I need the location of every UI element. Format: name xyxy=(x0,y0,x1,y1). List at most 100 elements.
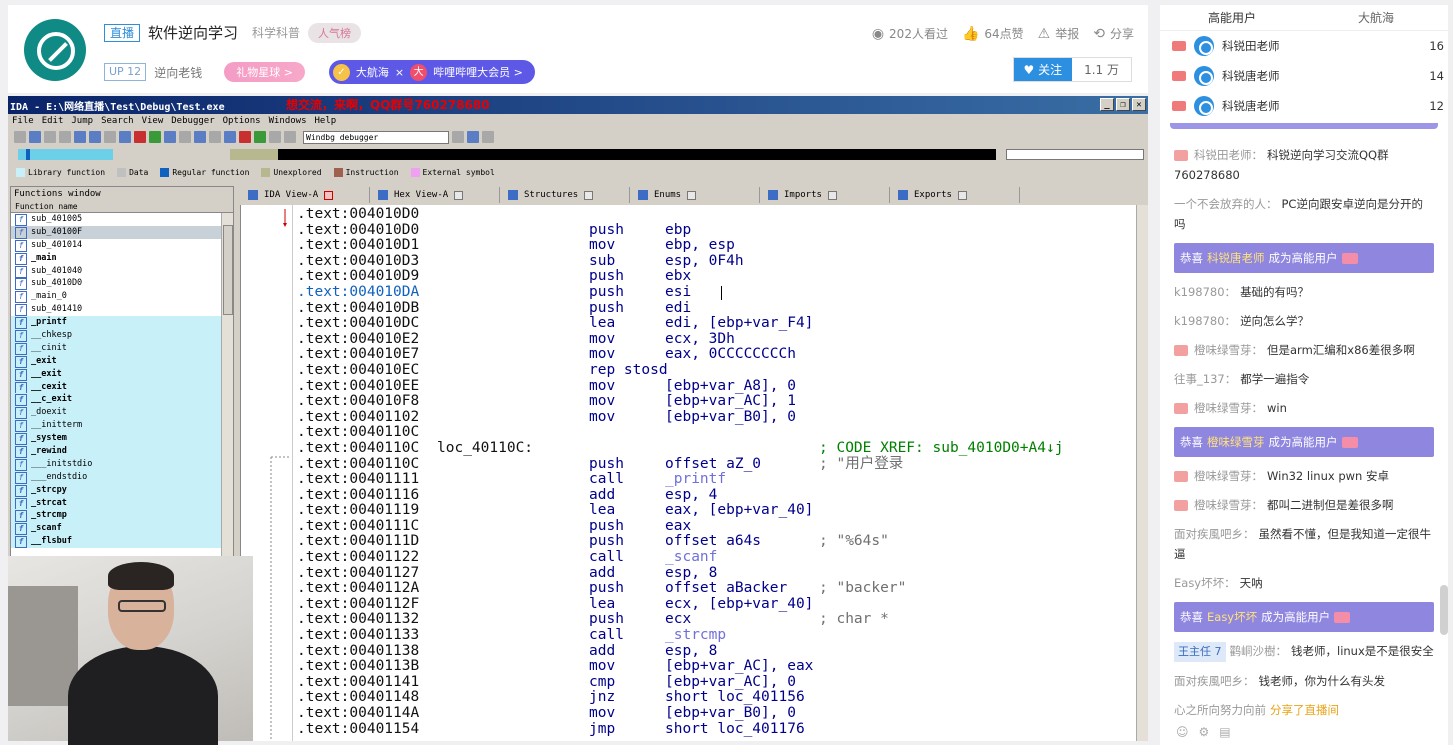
gift-planet-button[interactable]: 礼物星球 > xyxy=(224,62,305,82)
function-item[interactable]: __chkesp xyxy=(11,329,233,342)
chat-user[interactable]: 橙味绿雪芽： xyxy=(1194,401,1263,415)
function-item[interactable]: _printf xyxy=(11,316,233,330)
close-icon[interactable] xyxy=(827,190,837,200)
likes-stat[interactable]: 👍 64点赞 xyxy=(962,25,1024,42)
function-item[interactable]: _strcmp xyxy=(11,509,233,523)
open-icon[interactable] xyxy=(14,131,26,143)
disassembly-line[interactable]: .text:00401119 lea eax, [ebp+var_40] xyxy=(297,503,813,519)
forward-icon[interactable] xyxy=(59,131,71,143)
chat-user[interactable]: k198780： xyxy=(1174,285,1236,299)
tool-icon[interactable] xyxy=(179,131,191,143)
function-item[interactable]: _strcat xyxy=(11,496,233,510)
nav-search-box[interactable] xyxy=(1006,149,1144,160)
run-icon[interactable] xyxy=(254,131,266,143)
disassembly-line[interactable]: .text:004010D0 push ebp xyxy=(297,222,691,239)
tab-imports[interactable]: Imports xyxy=(760,187,890,203)
disassembly-line[interactable]: .text:004010DC lea edi, [ebp+var_F4] xyxy=(297,316,813,332)
tab-guard[interactable]: 大航海 xyxy=(1304,5,1448,30)
tab-structures[interactable]: Structures xyxy=(500,187,630,203)
arrow-down-icon[interactable] xyxy=(119,131,131,143)
room-category[interactable]: 科学科普 xyxy=(252,24,300,41)
function-item[interactable]: ___endstdio xyxy=(11,470,233,484)
disassembly-line[interactable]: .text:004010DA push esi xyxy=(297,284,722,301)
function-item[interactable]: _rewind xyxy=(11,445,233,458)
chat-user[interactable]: 面对疾風吧乡： xyxy=(1174,527,1255,541)
disassembly-line[interactable]: .text:00401122 call _scanf xyxy=(297,549,717,566)
close-icon[interactable] xyxy=(957,190,967,200)
disassembly-line[interactable]: .text:00401132 push ecx ; char * xyxy=(297,612,889,628)
function-item[interactable]: __c_exit xyxy=(11,393,233,407)
function-item[interactable]: sub_40100F xyxy=(11,225,233,239)
function-item[interactable]: _scanf xyxy=(11,522,233,536)
disassembly-line[interactable]: .text:00401148 jnz short loc_401156 xyxy=(297,690,805,706)
tool-icon[interactable] xyxy=(74,131,86,143)
function-item[interactable]: sub_401410 xyxy=(11,303,233,317)
tab-hex-view-a[interactable]: Hex View-A xyxy=(370,187,500,203)
function-item[interactable]: _doexit xyxy=(11,406,233,420)
disassembly-line[interactable]: .text:004010EE mov [ebp+var_A8], 0 xyxy=(297,378,796,395)
chat-user[interactable]: 橙味绿雪芽： xyxy=(1194,469,1263,483)
chat-user[interactable]: 橙味绿雪芽： xyxy=(1194,498,1263,512)
tab-enums[interactable]: Enums xyxy=(630,187,760,203)
disassembly-scrollbar[interactable] xyxy=(1136,205,1148,741)
tool-icon[interactable] xyxy=(467,131,479,143)
chat-user[interactable]: 一个不会放弃的人： xyxy=(1174,197,1278,211)
disassembly-line[interactable]: .text:004010DB push edi xyxy=(297,300,691,317)
function-item[interactable]: sub_401005 xyxy=(11,213,233,226)
chat-user[interactable]: 鹳峒沙樹： xyxy=(1230,644,1288,658)
anchor-name[interactable]: 逆向老钱 xyxy=(154,64,202,81)
tool-icon[interactable] xyxy=(452,131,464,143)
menu-item[interactable]: Jump xyxy=(71,116,93,126)
chat-user[interactable]: Easy坏坏： xyxy=(1174,576,1236,590)
delete-icon[interactable] xyxy=(239,131,251,143)
disassembly-line[interactable]: .text:004010D0 xyxy=(297,206,589,223)
disassembly-line[interactable]: .text:004010E2 mov ecx, 3Dh xyxy=(297,331,735,348)
close-icon[interactable] xyxy=(324,190,334,200)
disassembly-line[interactable]: .text:0040110C xyxy=(297,425,589,441)
chat-user[interactable]: k198780： xyxy=(1174,314,1236,328)
disassembly-line[interactable]: .text:00401154 jmp short loc_401176 xyxy=(297,721,805,738)
disassembly-line[interactable]: .text:0040112F lea ecx, [ebp+var_40] xyxy=(297,596,813,613)
popularity-badge[interactable]: 人气榜 xyxy=(308,22,362,43)
disassembly-line[interactable]: .text:0040114A mov [ebp+var_B0], 0 xyxy=(297,705,796,722)
disassembly-line[interactable]: .text:0040113B mov [ebp+var_AC], eax xyxy=(297,659,813,675)
function-item[interactable]: __cinit xyxy=(11,341,233,355)
tool-icon[interactable] xyxy=(224,131,236,143)
report-button[interactable]: ⚠ 举报 xyxy=(1038,25,1080,42)
notice-user[interactable]: Easy坏坏 xyxy=(1207,610,1257,624)
tab-high-energy-users[interactable]: 高能用户 xyxy=(1160,5,1304,30)
chat-user[interactable]: 面对疾風吧乡： xyxy=(1174,674,1255,688)
disassembly-line[interactable]: .text:00401141 cmp [ebp+var_AC], 0 xyxy=(297,674,796,691)
disassembly-line[interactable]: .text:0040110C push offset aZ_0 ; "用户登录 xyxy=(297,456,903,473)
navigation-band[interactable] xyxy=(8,146,1148,164)
function-item[interactable]: __initterm xyxy=(11,419,233,433)
function-item[interactable]: sub_401014 xyxy=(11,239,233,252)
function-item[interactable]: __cexit xyxy=(11,380,233,394)
menu-item[interactable]: View xyxy=(142,116,164,126)
tool-icon[interactable] xyxy=(104,131,116,143)
close-icon[interactable]: ✕ xyxy=(1132,98,1146,111)
rank-item[interactable]: 科锐田老师 16 xyxy=(1160,31,1448,61)
disassembly-line[interactable]: .text:00401111 call _printf xyxy=(297,471,726,488)
close-icon[interactable] xyxy=(454,190,464,200)
function-item[interactable]: sub_401040 xyxy=(11,265,233,278)
disassembly-line[interactable]: .text:00401116 add esp, 4 xyxy=(297,487,717,504)
disassembly-line[interactable]: .text:0040110C loc_40110C:; CODE XREF: su… xyxy=(297,440,1063,457)
function-item[interactable]: _main_0 xyxy=(11,290,233,304)
scroll-thumb[interactable] xyxy=(223,225,233,315)
menu-item[interactable]: Options xyxy=(223,116,261,126)
disassembly-line[interactable]: .text:00401138 add esp, 8 xyxy=(297,643,717,660)
notice-user[interactable]: 橙味绿雪芽 xyxy=(1207,435,1265,449)
rank-item[interactable]: 科锐唐老师 14 xyxy=(1160,61,1448,91)
tool-icon[interactable] xyxy=(164,131,176,143)
settings-icon[interactable]: ⚙ xyxy=(1199,725,1210,745)
tool-icon[interactable] xyxy=(134,131,146,143)
tool-icon[interactable] xyxy=(194,131,206,143)
disassembly-line[interactable]: .text:0040111C push eax xyxy=(297,518,691,535)
tool-icon[interactable] xyxy=(482,131,494,143)
menu-item[interactable]: Edit xyxy=(42,116,64,126)
share-button[interactable]: ⟲ 分享 xyxy=(1093,25,1134,42)
danmaku-icon[interactable]: ▤ xyxy=(1219,725,1230,745)
disassembly-line[interactable]: .text:00401102 mov [ebp+var_B0], 0 xyxy=(297,409,796,426)
disassembly-line[interactable]: .text:004010D3 sub esp, 0F4h xyxy=(297,253,744,270)
